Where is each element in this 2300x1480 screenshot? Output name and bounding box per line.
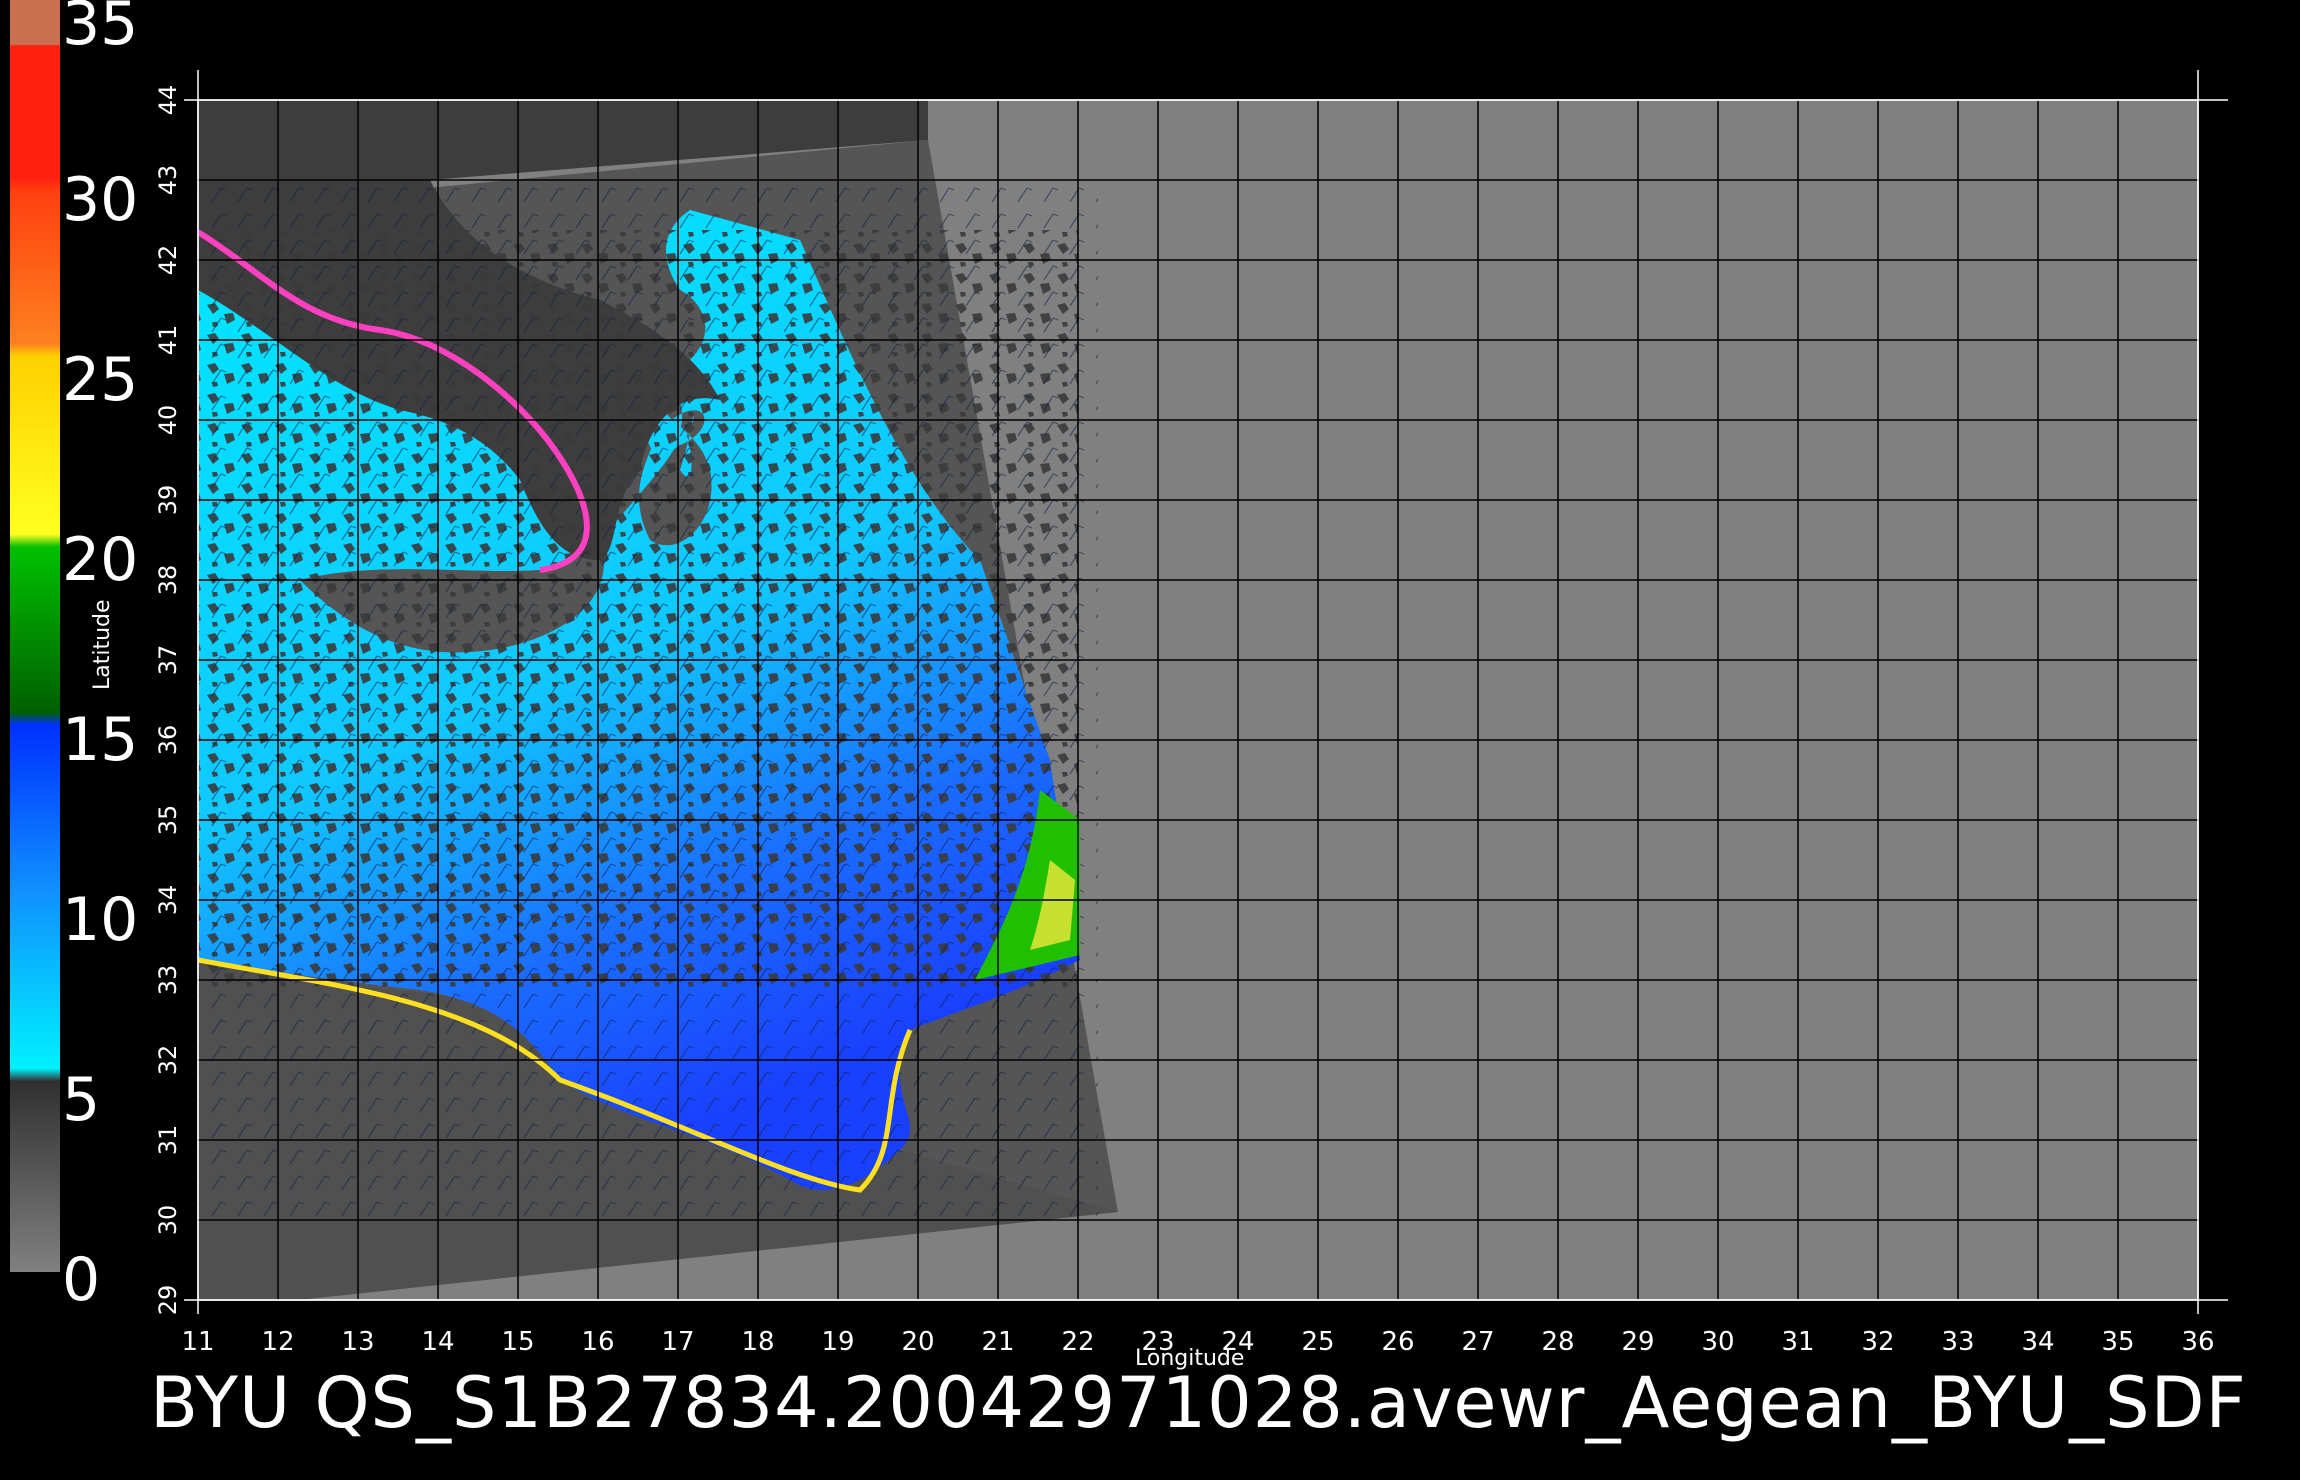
x-tick-label: 12 <box>261 1327 294 1357</box>
x-tick-label: 21 <box>981 1327 1014 1357</box>
y-tick-label: 41 <box>154 325 182 356</box>
x-tick-label: 35 <box>2101 1327 2134 1357</box>
y-tick-label: 38 <box>154 565 182 596</box>
x-tick-label: 16 <box>581 1327 614 1357</box>
x-tick-label: 18 <box>741 1327 774 1357</box>
y-tick-label: 44 <box>154 85 182 116</box>
x-tick-label: 29 <box>1621 1327 1654 1357</box>
y-tick-label: 39 <box>154 485 182 516</box>
colorbar-label-35: 35 <box>62 0 139 59</box>
y-tick-labels: 29 30 31 32 33 34 35 36 37 38 39 40 41 42 43 44 <box>154 85 182 1316</box>
x-tick-label: 33 <box>1941 1327 1974 1357</box>
wind-map-scene: 11 12 13 14 15 16 17 18 19 20 21 22 23 24 25 26 27 28 29 30… <box>10 0 2228 1357</box>
x-tick-label: 28 <box>1541 1327 1574 1357</box>
colorbar <box>10 0 60 1272</box>
x-tick-label: 25 <box>1301 1327 1334 1357</box>
y-tick-label: 42 <box>154 245 182 276</box>
x-tick-label: 11 <box>181 1327 214 1357</box>
wind-barbs <box>198 180 1098 1220</box>
x-tick-label: 17 <box>661 1327 694 1357</box>
x-tick-label: 19 <box>821 1327 854 1357</box>
x-tick-label: 36 <box>2181 1327 2214 1357</box>
x-tick-label: 30 <box>1701 1327 1734 1357</box>
y-tick-label: 40 <box>154 405 182 436</box>
y-tick-label: 32 <box>154 1045 182 1076</box>
x-tick-label: 34 <box>2021 1327 2054 1357</box>
x-tick-label: 13 <box>341 1327 374 1357</box>
map-plot <box>198 100 2198 1300</box>
y-tick-label: 37 <box>154 645 182 676</box>
colorbar-label-0: 0 <box>62 1245 101 1315</box>
colorbar-label-15: 15 <box>62 705 139 775</box>
x-tick-label: 22 <box>1061 1327 1094 1357</box>
y-tick-label: 35 <box>154 805 182 836</box>
colorbar-label-20: 20 <box>62 525 139 595</box>
y-tick-label: 33 <box>154 965 182 996</box>
x-tick-label: 31 <box>1781 1327 1814 1357</box>
colorbar-label-10: 10 <box>62 885 139 955</box>
x-tick-label: 14 <box>421 1327 454 1357</box>
x-tick-label: 15 <box>501 1327 534 1357</box>
y-axis-title: Latitude <box>90 599 115 690</box>
y-tick-label: 34 <box>154 885 182 916</box>
colorbar-label-5: 5 <box>62 1065 101 1135</box>
x-tick-label: 32 <box>1861 1327 1894 1357</box>
y-tick-label: 30 <box>154 1205 182 1236</box>
y-tick-label: 43 <box>154 165 182 196</box>
y-tick-label: 31 <box>154 1125 182 1156</box>
y-tick-label: 36 <box>154 725 182 756</box>
x-tick-label: 20 <box>901 1327 934 1357</box>
y-tick-label: 29 <box>154 1285 182 1316</box>
image-title: BYU QS_S1B27834.20042971028.avewr_Aegean… <box>150 1362 2247 1444</box>
colorbar-label-25: 25 <box>62 345 139 415</box>
x-tick-label: 26 <box>1381 1327 1414 1357</box>
colorbar-label-30: 30 <box>62 165 139 235</box>
x-tick-label: 27 <box>1461 1327 1494 1357</box>
